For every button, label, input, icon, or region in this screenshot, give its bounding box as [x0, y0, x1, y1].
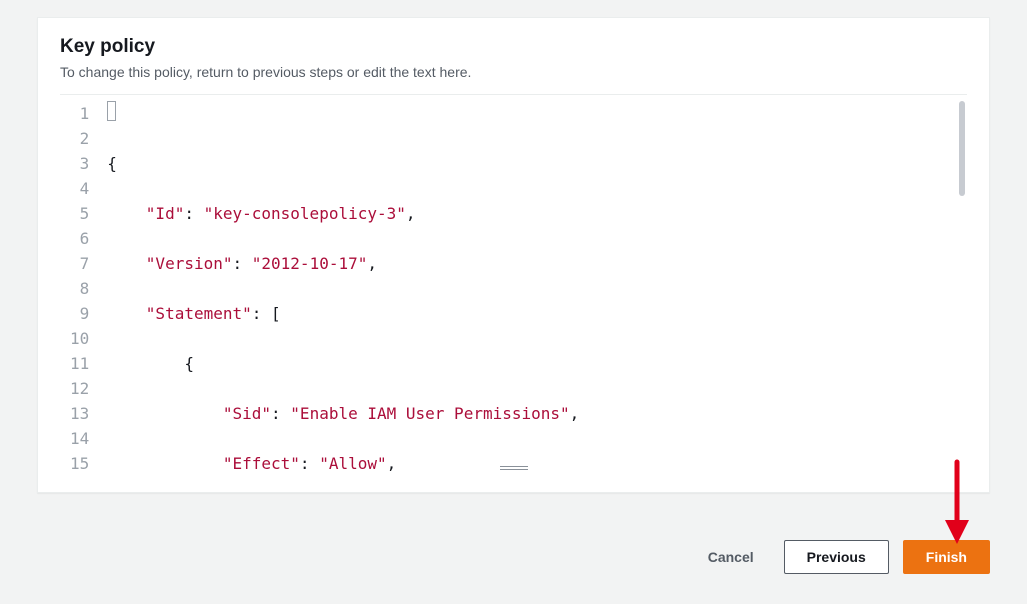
- line-number: 1: [70, 101, 93, 126]
- line-number: 6: [70, 226, 93, 251]
- line-number: 12: [70, 376, 93, 401]
- line-number: 10: [70, 326, 93, 351]
- line-number: 11: [70, 351, 93, 376]
- cancel-button[interactable]: Cancel: [692, 541, 770, 573]
- panel-subtitle: To change this policy, return to previou…: [60, 64, 967, 80]
- finish-button[interactable]: Finish: [903, 540, 990, 574]
- line-number: 5: [70, 201, 93, 226]
- line-number: 9: [70, 301, 93, 326]
- line-gutter: 123456789101112131415: [60, 95, 101, 474]
- policy-editor[interactable]: 123456789101112131415 { "Id": "key-conso…: [60, 94, 967, 474]
- code-area[interactable]: { "Id": "key-consolepolicy-3", "Version"…: [101, 95, 967, 474]
- line-number: 15: [70, 451, 93, 474]
- line-number: 13: [70, 401, 93, 426]
- scrollbar-thumb[interactable]: [959, 101, 965, 196]
- line-number: 4: [70, 176, 93, 201]
- wizard-buttons: Cancel Previous Finish: [692, 540, 990, 574]
- cursor-indicator: [107, 101, 116, 121]
- line-number: 8: [70, 276, 93, 301]
- previous-button[interactable]: Previous: [784, 540, 889, 574]
- resize-handle[interactable]: [500, 464, 528, 472]
- line-number: 14: [70, 426, 93, 451]
- line-number: 2: [70, 126, 93, 151]
- panel-header: Key policy To change this policy, return…: [38, 18, 989, 94]
- line-number: 3: [70, 151, 93, 176]
- panel-title: Key policy: [60, 36, 967, 58]
- key-policy-panel: Key policy To change this policy, return…: [37, 17, 990, 493]
- line-number: 7: [70, 251, 93, 276]
